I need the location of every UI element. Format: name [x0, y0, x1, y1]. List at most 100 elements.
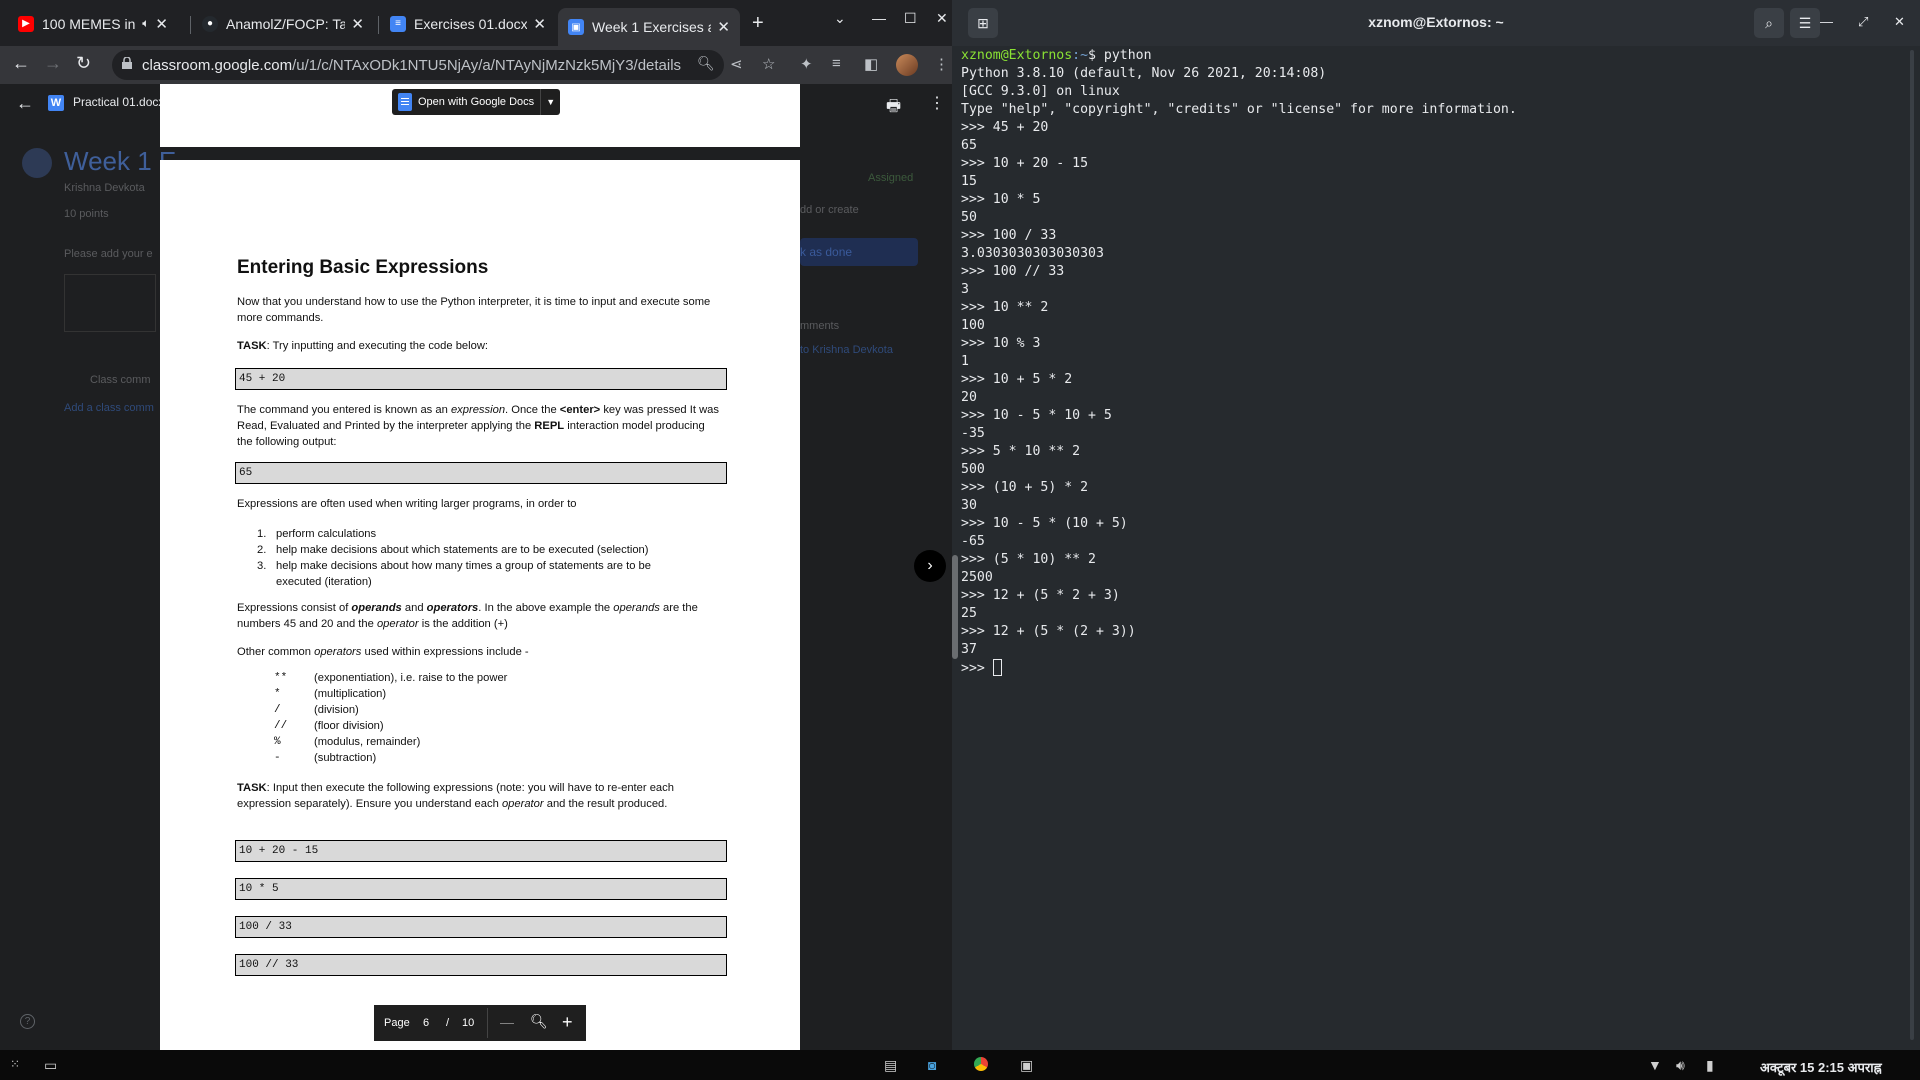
forward-icon[interactable]: →: [44, 53, 62, 74]
back-arrow-icon[interactable]: ←: [16, 93, 34, 114]
divider: [487, 1008, 488, 1038]
page-number-input[interactable]: 6: [423, 1017, 429, 1029]
close-tab-icon[interactable]: ✕: [533, 15, 546, 33]
extensions-icon[interactable]: ✦: [800, 55, 813, 73]
speaker-icon[interactable]: 🔈︎: [142, 16, 149, 31]
terminal-app-icon[interactable]: ▣: [1020, 1057, 1033, 1074]
clock[interactable]: अक्टूबर 15 2:15 अपराह्न: [1760, 1058, 1882, 1076]
tab-github[interactable]: ● AnamolZ/FOCP: Ta ✕: [192, 8, 374, 39]
operator-symbol: //: [274, 720, 288, 732]
help-icon[interactable]: ?: [20, 1014, 35, 1029]
tab-divider: [378, 16, 379, 34]
tab-classroom[interactable]: ▣ Week 1 Exercises a ✕: [558, 8, 740, 46]
minimize-icon[interactable]: —: [872, 10, 886, 26]
tab-search-icon[interactable]: ⌄: [834, 10, 846, 27]
maximize-icon[interactable]: ⤢: [1858, 14, 1868, 30]
volume-icon[interactable]: 🔊︎: [1676, 1057, 1685, 1074]
terminal-line: Type "help", "copyright", "credits" or "…: [961, 102, 1517, 117]
expression-box: 100 / 33: [235, 916, 727, 938]
zoom-icon[interactable]: 🔍︎: [530, 1013, 548, 1030]
bookmark-star-icon[interactable]: ☆: [762, 55, 775, 73]
more-options-icon[interactable]: ⋮: [929, 93, 945, 113]
app-grid-icon[interactable]: ⁙: [10, 1057, 20, 1071]
tab-docs[interactable]: ≡ Exercises 01.docx ✕: [380, 8, 556, 39]
desktop: ▶ 100 MEMES in 🔈︎ ✕ ● AnamolZ/FOCP: Ta ✕…: [0, 0, 1920, 1080]
mark-done-button[interactable]: k as done: [800, 238, 918, 266]
dropdown-arrow-icon[interactable]: ▼: [540, 89, 560, 115]
assignment-icon: [22, 148, 52, 178]
menu-kebab-icon[interactable]: ⋮: [934, 55, 949, 73]
code-box: 45 + 20: [235, 368, 727, 390]
terminal-line: >>> 10 - 5 * (10 + 5): [961, 516, 1128, 531]
terminal-line: 3.0303030303030303: [961, 246, 1104, 261]
terminal-line: 37: [961, 642, 977, 657]
battery-icon[interactable]: ▮: [1706, 1057, 1714, 1074]
terminal-line: >>> 10 + 5 * 2: [961, 372, 1073, 387]
share-icon[interactable]: ⋖: [730, 55, 743, 73]
terminal-output[interactable]: xznom@Extornos:~$ python Python 3.8.10 (d…: [961, 47, 1901, 678]
tab-youtube[interactable]: ▶ 100 MEMES in 🔈︎ ✕: [8, 8, 178, 39]
operator-symbol: **: [274, 672, 288, 684]
wifi-icon[interactable]: ▼: [1648, 1057, 1662, 1073]
open-with-google-docs-button[interactable]: Open with Google Docs ▼: [392, 89, 561, 115]
classroom-icon: ▣: [568, 19, 584, 35]
zoom-icon[interactable]: 🔍︎: [697, 55, 715, 72]
close-tab-icon[interactable]: ✕: [717, 18, 730, 36]
terminal-line: 3: [961, 282, 969, 297]
terminal-line: >>> 12 + (5 * 2 + 3): [961, 588, 1120, 603]
chrome-icon[interactable]: [974, 1057, 988, 1074]
window-overview-icon[interactable]: ▭: [44, 1057, 57, 1074]
tab-strip: ▶ 100 MEMES in 🔈︎ ✕ ● AnamolZ/FOCP: Ta ✕…: [0, 0, 958, 46]
terminal-lines: Python 3.8.10 (default, Nov 26 2021, 20:…: [961, 65, 1901, 659]
operator-description: (multiplication): [314, 688, 387, 700]
terminal-line: 25: [961, 606, 977, 621]
list-item: help make decisions about how many times…: [276, 560, 651, 572]
operator-description: (modulus, remainder): [314, 736, 421, 748]
chrome-window: ▶ 100 MEMES in 🔈︎ ✕ ● AnamolZ/FOCP: Ta ✕…: [0, 0, 958, 1050]
minimize-icon[interactable]: —: [1820, 14, 1833, 29]
expression-box: 100 // 33: [235, 954, 727, 976]
media-control-icon[interactable]: ≡: [832, 55, 841, 72]
file-manager-icon[interactable]: ▤: [884, 1057, 897, 1074]
maximize-icon[interactable]: ☐: [904, 10, 917, 27]
word-file-icon: W: [48, 95, 64, 111]
screenshot-icon[interactable]: ◙: [928, 1057, 936, 1073]
expression-box: 10 + 20 - 15: [235, 840, 727, 862]
hamburger-menu-icon[interactable]: ☰: [1790, 8, 1820, 38]
close-window-icon[interactable]: ✕: [1894, 14, 1905, 30]
zoom-in-icon[interactable]: +: [562, 1012, 573, 1033]
next-file-icon[interactable]: ›: [914, 550, 946, 582]
taskbar: ⁙ ▭ ▤ ◙ ▣ ▼ 🔊︎ ▮ अक्टूबर 15 2:15 अपराह्न: [0, 1050, 1920, 1080]
lock-icon: [122, 57, 132, 69]
attachment-thumbnail[interactable]: [64, 274, 156, 332]
browser-toolbar: ← → ↻ classroom.google.com/u/1/c/NTAxODk…: [0, 46, 958, 84]
expression-paragraph: The command you entered is known as an e…: [237, 404, 719, 448]
operators-paragraph: Other common operators used within expre…: [237, 646, 529, 658]
tab-divider: [190, 16, 191, 34]
close-tab-icon[interactable]: ✕: [351, 15, 364, 33]
address-bar[interactable]: classroom.google.com/u/1/c/NTAxODk1NTU5N…: [112, 50, 724, 80]
back-icon[interactable]: ←: [12, 53, 30, 74]
terminal-line: 15: [961, 174, 977, 189]
close-window-icon[interactable]: ✕: [936, 10, 948, 27]
terminal-line: >>> (5 * 10) ** 2: [961, 552, 1096, 567]
shell-prompt-line: xznom@Extornos:~$ python: [961, 48, 1152, 63]
side-panel-icon[interactable]: ◧: [864, 55, 878, 73]
page-navigator: Page 6 / 10 — 🔍︎ +: [374, 1005, 586, 1041]
terminal-line: [GCC 9.3.0] on linux: [961, 84, 1120, 99]
expressions-paragraph: Expressions are often used when writing …: [237, 498, 577, 510]
print-icon[interactable]: 🖶︎: [886, 95, 901, 122]
profile-avatar[interactable]: [896, 54, 918, 76]
split-scrollbar-thumb[interactable]: [952, 555, 958, 659]
reload-icon[interactable]: ↻: [76, 53, 91, 74]
terminal-scrollbar[interactable]: [1910, 50, 1914, 1040]
terminal-line: >>> 10 * 5: [961, 192, 1041, 207]
new-tab-icon[interactable]: +: [752, 12, 764, 35]
close-tab-icon[interactable]: ✕: [155, 15, 168, 33]
terminal-line: 65: [961, 138, 977, 153]
zoom-out-icon[interactable]: —: [500, 1014, 514, 1030]
intro-paragraph: Now that you understand how to use the P…: [237, 296, 711, 324]
task-2: TASK: Input then execute the following e…: [237, 782, 674, 810]
youtube-icon: ▶: [18, 15, 34, 32]
search-icon[interactable]: ⌕: [1754, 8, 1784, 38]
